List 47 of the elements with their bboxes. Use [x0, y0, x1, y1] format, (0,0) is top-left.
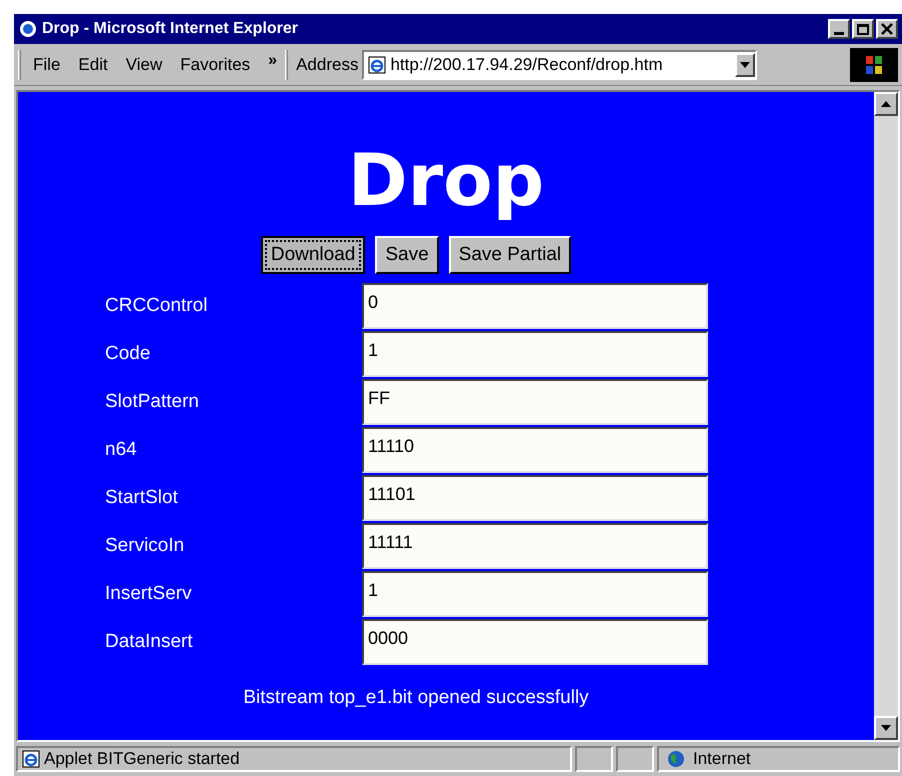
input-field[interactable]: 1 [362, 331, 708, 377]
status-bar: Applet BITGeneric started [16, 746, 572, 772]
caret-icon [740, 62, 750, 68]
down-arrow-icon[interactable] [881, 725, 891, 731]
input-field[interactable]: FF [362, 379, 708, 425]
field-label: CRCControl [104, 294, 208, 318]
field-label: DataInsert [104, 630, 194, 654]
page-icon [22, 750, 40, 768]
form-button[interactable]: Save Partial [448, 236, 572, 274]
dropdown-button[interactable] [735, 52, 756, 76]
more-chevron[interactable]: » [268, 48, 278, 72]
up-arrow-icon[interactable] [881, 101, 891, 107]
menu-item[interactable]: Favorites [180, 52, 250, 78]
page-heading: Drop [348, 140, 544, 220]
input-field[interactable]: 11101 [362, 475, 708, 521]
menu-item[interactable]: Edit [78, 52, 108, 78]
input-field[interactable]: 11110 [362, 427, 708, 473]
status-message: Bitstream top_e1.bit opened successfully [243, 686, 589, 710]
windows-logo-icon [850, 48, 898, 82]
field-label: ServicoIn [104, 534, 186, 558]
field-label: StartSlot [104, 486, 179, 510]
address-label: Address [296, 54, 358, 76]
input-field[interactable]: 1 [362, 571, 708, 617]
form-button[interactable]: Save [375, 236, 439, 274]
input-field[interactable]: 0 [362, 283, 708, 329]
input-field[interactable]: 0000 [362, 619, 708, 665]
status-panel [575, 746, 613, 772]
minimize-button[interactable] [828, 19, 850, 39]
field-label: n64 [104, 438, 138, 462]
scrollbar[interactable] [874, 92, 898, 740]
globe-icon [667, 750, 685, 768]
input-field[interactable]: 11111 [362, 523, 708, 569]
field-label: InsertServ [104, 582, 193, 606]
menu-item[interactable]: View [126, 52, 162, 78]
form-button[interactable]: Download [260, 236, 366, 274]
field-label: SlotPattern [104, 390, 200, 414]
menu-item[interactable]: File [33, 52, 60, 78]
status-panel [616, 746, 654, 772]
close-button[interactable] [876, 19, 898, 39]
browser-icon [18, 19, 38, 39]
maximize-button[interactable] [852, 19, 874, 39]
address-field[interactable]: http://200.17.94.29/Reconf/drop.htm [362, 50, 758, 80]
page-icon [368, 56, 386, 74]
window-title: Drop - Microsoft Internet Explorer [42, 19, 300, 39]
close-icon [881, 23, 893, 35]
zone-panel: Internet [657, 746, 900, 772]
field-label: Code [104, 342, 152, 366]
